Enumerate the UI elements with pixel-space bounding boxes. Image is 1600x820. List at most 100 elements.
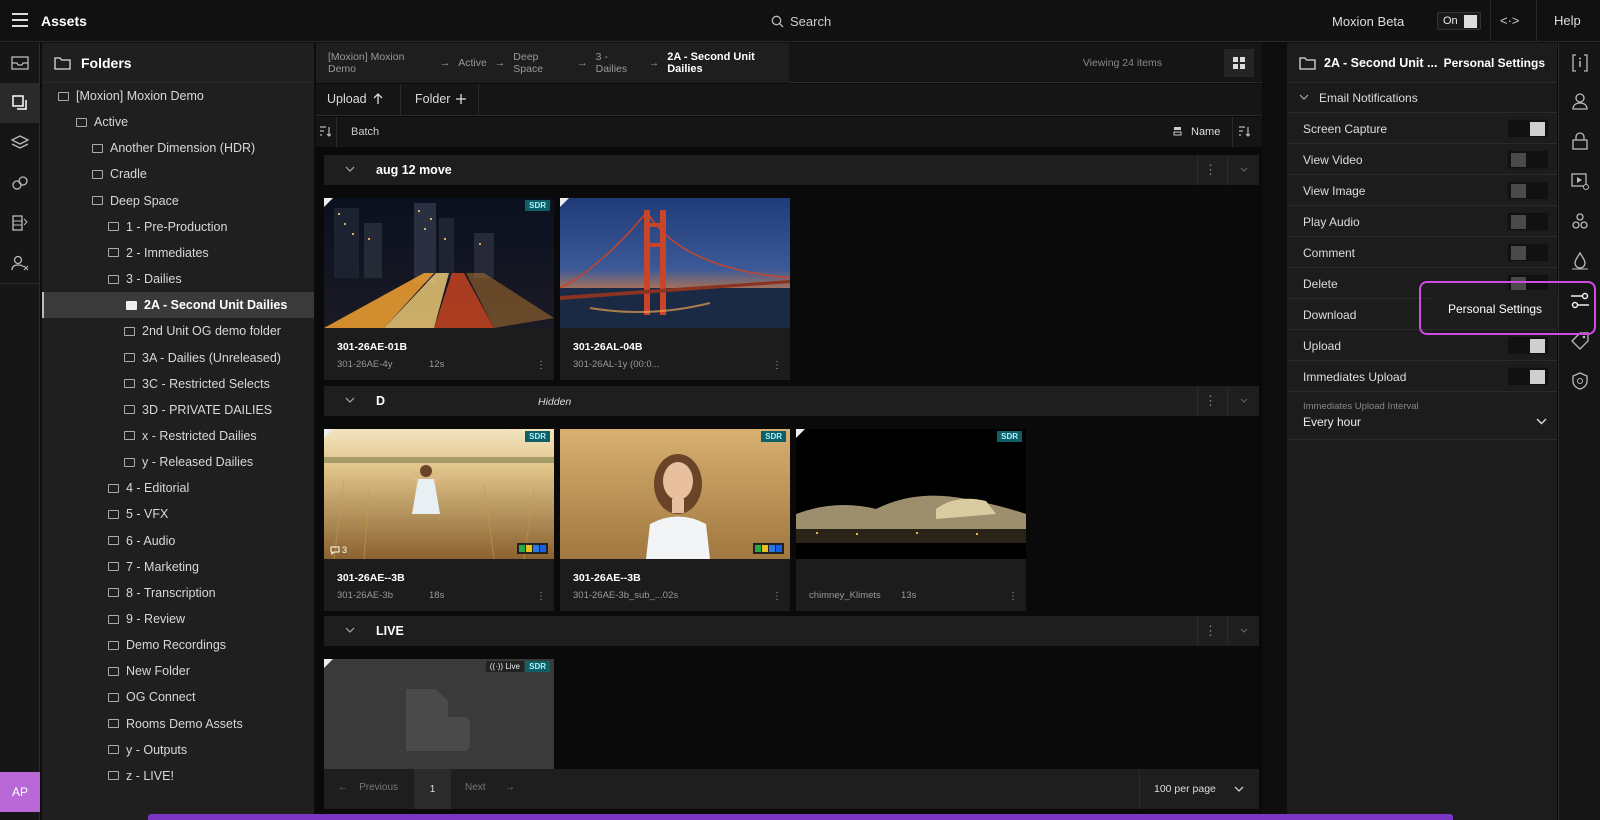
group-more-icon[interactable]: ⋮ [1197,155,1223,185]
search-bar[interactable]: Search [771,14,831,29]
group-header[interactable]: aug 12 move ⋮ [324,155,1259,185]
group-dropdown-icon[interactable] [1227,386,1259,416]
thumbnail[interactable] [560,198,790,328]
link-icon[interactable] [10,173,30,193]
asset-card[interactable]: SDR 301-26AE-01B 301-26AE-4y 12s ⋮ [324,198,554,380]
next-page-button[interactable]: Next → [465,782,515,793]
previous-page-button[interactable]: ← Previous [338,782,398,793]
sort-direction-icon[interactable] [1238,126,1250,137]
folder-tree-item[interactable]: 3D - PRIVATE DAILIES [42,397,314,423]
group-dropdown-icon[interactable] [1227,155,1259,185]
folder-tree-item[interactable]: Cradle [42,161,314,187]
folder-tree-item[interactable]: 8 - Transcription [42,580,314,606]
folder-tree-item[interactable]: Demo Recordings [42,632,314,658]
setting-toggle[interactable] [1507,212,1549,231]
lock-icon[interactable] [1570,131,1590,151]
folder-tree-item[interactable]: y - Released Dailies [42,449,314,475]
sort-field-label[interactable]: Name [1191,126,1220,138]
inbox-icon[interactable] [10,53,30,73]
asset-card[interactable]: SDR chimney_Klimets 13s ⋮ [796,429,1026,611]
asset-card[interactable]: SDR 301-26AE--3B 301-26AE-3b_sub_...02s … [560,429,790,611]
sort-toggle-icon[interactable] [319,126,331,137]
folder-tree-item[interactable]: x - Restricted Dailies [42,423,314,449]
setting-toggle[interactable] [1507,243,1549,262]
folder-tree-item[interactable]: z - LIVE! [42,763,314,789]
folder-tree-item[interactable]: 2nd Unit OG demo folder [42,318,314,344]
page-number[interactable]: 1 [414,769,451,809]
group-header[interactable]: LIVE ⋮ [324,616,1259,646]
shield-icon[interactable] [1570,371,1590,391]
folder-tree-item[interactable]: New Folder [42,658,314,684]
group-more-icon[interactable]: ⋮ [1197,386,1223,416]
code-view-icon[interactable]: <·> [1500,13,1520,28]
user-icon[interactable] [1570,91,1590,111]
breadcrumb-item[interactable]: Active [458,57,487,69]
user-avatar[interactable]: AP [0,772,40,812]
info-icon[interactable] [1570,53,1590,73]
email-notifications-section[interactable]: Email Notifications [1287,83,1557,113]
folder-tree-item[interactable]: 1 - Pre-Production [42,214,314,240]
chevron-down-icon[interactable] [344,624,356,636]
assets-icon[interactable] [0,83,40,123]
beta-toggle[interactable]: On [1437,12,1481,30]
folder-tree-item[interactable]: Deep Space [42,188,314,214]
folder-tree-item[interactable]: 7 - Marketing [42,554,314,580]
chevron-down-icon[interactable] [344,163,356,175]
help-button[interactable]: Help [1554,13,1581,28]
folder-tree-item[interactable]: [Moxion] Moxion Demo [42,83,314,109]
playback-settings-icon[interactable] [1570,171,1590,191]
folder-tree-item[interactable]: 3A - Dailies (Unreleased) [42,345,314,371]
storage-icon[interactable] [10,213,30,233]
group-more-icon[interactable]: ⋮ [1197,616,1223,646]
grid-view-button[interactable] [1224,49,1254,77]
folder-tree-item[interactable]: Another Dimension (HDR) [42,135,314,161]
interval-select[interactable]: Immediates Upload Interval Every hour [1287,392,1557,440]
setting-toggle[interactable] [1507,181,1549,200]
more-icon[interactable]: ⋮ [1008,591,1018,602]
chevron-down-icon[interactable] [344,394,356,406]
setting-toggle[interactable] [1507,336,1549,355]
tab-personal-settings[interactable]: Personal Settings [1444,56,1545,70]
setting-toggle[interactable] [1507,367,1549,386]
folder-tree-item[interactable]: 5 - VFX [42,501,314,527]
layers-icon[interactable] [10,133,30,153]
more-icon[interactable]: ⋮ [772,360,782,371]
comment-count[interactable]: 3 [330,545,347,555]
user-settings-icon[interactable] [10,253,30,273]
folder-tree-item[interactable]: 9 - Review [42,606,314,632]
more-icon[interactable]: ⋮ [536,591,546,602]
folder-tree-item[interactable]: 3 - Dailies [42,266,314,292]
thumbnail[interactable]: SDR [796,429,1026,559]
folder-tree-item[interactable]: OG Connect [42,684,314,710]
thumbnail[interactable]: SDR ((·)) Live [324,659,554,769]
breadcrumb-item[interactable]: Deep Space [513,51,569,75]
more-icon[interactable]: ⋮ [772,591,782,602]
folder-tree-item[interactable]: Rooms Demo Assets [42,711,314,737]
thumbnail[interactable]: SDR [324,198,554,328]
folder-tree-item[interactable]: 4 - Editorial [42,475,314,501]
folder-tree-item[interactable]: Active [42,109,314,135]
breadcrumb-item[interactable]: 2A - Second Unit Dailies [667,51,789,75]
breadcrumb-item[interactable]: 3 - Dailies [596,51,641,75]
new-folder-button[interactable]: Folder [415,92,467,106]
thumbnail[interactable]: SDR [560,429,790,559]
folder-tree-item[interactable]: 2 - Immediates [42,240,314,266]
thumbnail[interactable]: SDR 3 [324,429,554,559]
folder-tree-item[interactable]: y - Outputs [42,737,314,763]
asset-card[interactable]: SDR 3 301-26AE--3B 301-26AE-3b 18s ⋮ [324,429,554,611]
more-icon[interactable]: ⋮ [536,360,546,371]
upload-button[interactable]: Upload [327,92,383,106]
setting-toggle[interactable] [1507,150,1549,169]
group-header[interactable]: D Hidden ⋮ [324,386,1259,416]
workflow-settings-icon[interactable] [1570,211,1590,231]
group-dropdown-icon[interactable] [1227,616,1259,646]
folder-tree-item[interactable]: 2A - Second Unit Dailies [42,292,314,319]
per-page-select[interactable]: 100 per page [1139,769,1259,809]
watermark-icon[interactable] [1570,251,1590,271]
folder-tree-item[interactable]: 3C - Restricted Selects [42,371,314,397]
batch-label[interactable]: Batch [351,126,379,138]
asset-card[interactable]: 301-26AL-04B 301-26AL-1y (00:0... ⋮ [560,198,790,380]
breadcrumb-item[interactable]: [Moxion] Moxion Demo [328,51,432,75]
asset-card[interactable]: SDR ((·)) Live [324,659,554,769]
menu-icon[interactable] [12,13,28,27]
